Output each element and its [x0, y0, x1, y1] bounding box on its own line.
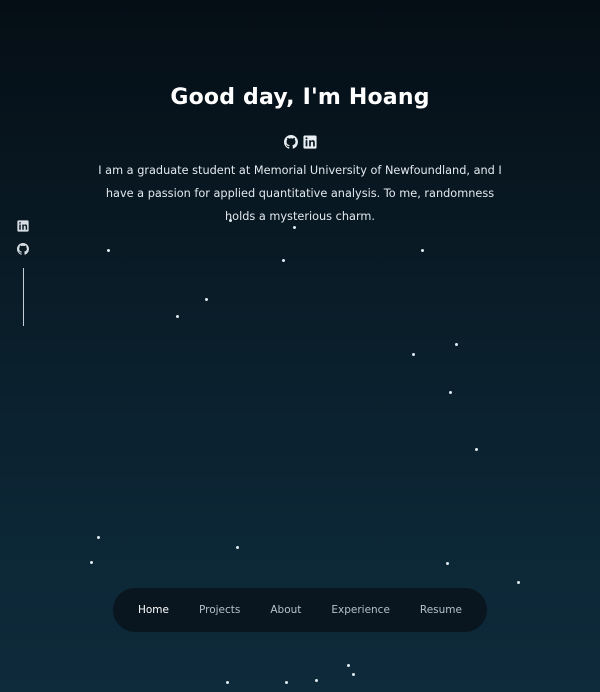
star-dot [347, 664, 350, 667]
star-dot [517, 581, 520, 584]
linkedin-icon[interactable] [17, 220, 29, 232]
side-social-bar [16, 220, 30, 326]
star-dot [315, 679, 318, 682]
star-dot [282, 259, 285, 262]
star-dot [421, 249, 424, 252]
github-icon[interactable] [283, 135, 298, 149]
star-dot [475, 448, 478, 451]
star-dot [97, 536, 100, 539]
nav-projects[interactable]: Projects [199, 604, 240, 616]
nav-about[interactable]: About [270, 604, 301, 616]
star-dot [449, 391, 452, 394]
hero-social-links [0, 135, 600, 149]
star-dot [446, 562, 449, 565]
bio-text: I am a graduate student at Memorial Univ… [98, 164, 502, 223]
nav-home[interactable]: Home [138, 604, 169, 616]
star-dot [412, 353, 415, 356]
star-dot [293, 226, 296, 229]
side-divider-line [22, 268, 24, 326]
page-title: Good day, I'm Hoang [170, 85, 430, 110]
star-dot [226, 681, 229, 684]
github-icon[interactable] [17, 243, 29, 255]
linkedin-icon[interactable] [302, 135, 317, 149]
star-dot [176, 315, 179, 318]
star-dot [229, 219, 232, 222]
star-dot [107, 249, 110, 252]
nav-resume[interactable]: Resume [420, 604, 462, 616]
star-dot [90, 561, 93, 564]
nav-experience[interactable]: Experience [331, 604, 390, 616]
bottom-nav: Home Projects About Experience Resume [113, 588, 487, 632]
star-dot [352, 673, 355, 676]
star-dot [455, 343, 458, 346]
star-dot [205, 298, 208, 301]
star-dot [236, 546, 239, 549]
star-dot [285, 681, 288, 684]
